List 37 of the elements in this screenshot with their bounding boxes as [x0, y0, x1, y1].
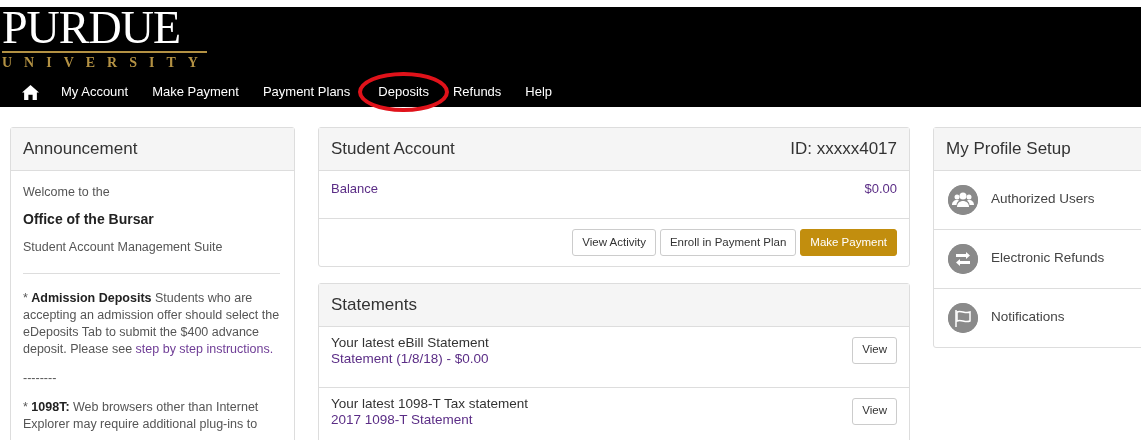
- panel-title: Announcement: [23, 139, 138, 158]
- panel-title: My Profile Setup: [946, 139, 1071, 158]
- nav-link[interactable]: Refunds: [452, 84, 502, 100]
- profile-menu-item[interactable]: Authorized Users: [934, 169, 1141, 229]
- profile-menu-item[interactable]: Electronic Refunds: [934, 228, 1141, 288]
- balance-link[interactable]: Balance: [331, 178, 378, 198]
- statement-caption: Your latest eBill Statement: [331, 334, 489, 351]
- profile-menu-item[interactable]: Notifications: [934, 287, 1141, 347]
- panel-title: Statements: [331, 295, 417, 314]
- action-button[interactable]: Enroll in Payment Plan: [659, 229, 797, 256]
- view-button[interactable]: View: [852, 397, 897, 425]
- office-title: Office of the Bursar: [23, 210, 155, 230]
- nav-link[interactable]: Payment Plans: [262, 84, 351, 100]
- announcement-text: *1098T: Web browsers other than Internet Explorer may require additional plug-ins to: [23, 399, 260, 433]
- welcome-text: Welcome to the: [23, 183, 111, 201]
- nav-link[interactable]: Deposits: [358, 72, 449, 112]
- statement-link[interactable]: 2017 1098-T Statement: [331, 411, 529, 428]
- nav-link[interactable]: Help: [525, 84, 553, 100]
- flag-icon: [948, 302, 978, 333]
- statement-caption: Your latest 1098-T Tax statement: [331, 395, 529, 412]
- logo-subtitle: UNIVERSITY: [2, 54, 207, 72]
- action-button[interactable]: View Activity: [572, 229, 656, 256]
- exchange-arrows-icon: [948, 243, 978, 274]
- balance-amount: $0.00: [864, 179, 897, 198]
- instructions-link[interactable]: step by step instructions.: [135, 342, 274, 356]
- logo-wordmark: PURDUE: [2, 7, 182, 49]
- account-id: ID: xxxxx4017: [790, 138, 897, 160]
- nav-link[interactable]: My Account: [61, 84, 129, 100]
- home-icon[interactable]: [22, 84, 39, 100]
- people-icon: [948, 184, 978, 215]
- nav-link[interactable]: Make Payment: [152, 84, 239, 100]
- view-button[interactable]: View: [852, 336, 897, 364]
- panel-title: Student Account: [331, 138, 455, 160]
- announcement-text: --------: [23, 370, 58, 387]
- suite-text: Student Account Management Suite: [23, 239, 224, 257]
- announcement-text: *Admission Deposits Students who are accepting an admission offer should select the eDeposits Tab to submit the $400 advance deposit. Please see step by step instructions.: [23, 290, 281, 358]
- statement-link[interactable]: Statement (1/8/18) - $0.00: [331, 350, 489, 367]
